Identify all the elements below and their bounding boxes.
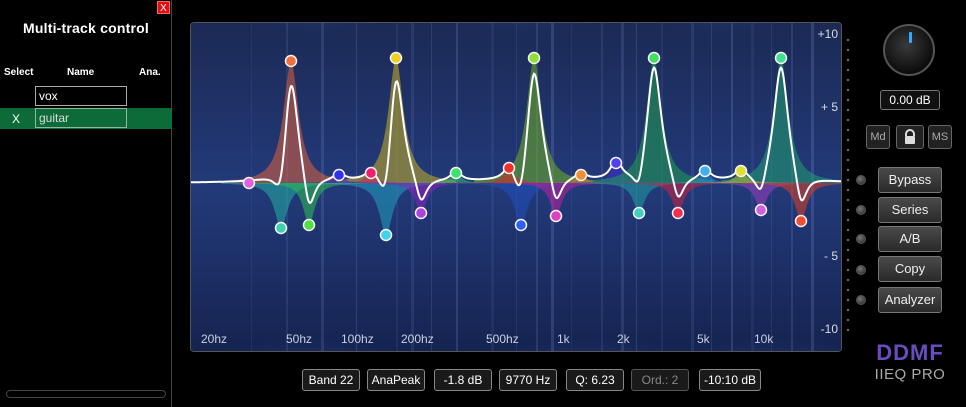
band-node[interactable]: [574, 168, 588, 182]
band-node[interactable]: [609, 156, 623, 170]
freq-label: 20hz: [201, 332, 227, 346]
track-name-field[interactable]: guitar: [35, 108, 127, 128]
band-node[interactable]: [364, 166, 378, 180]
series-led: [856, 205, 866, 215]
panel-title: Multi-track control: [23, 20, 149, 36]
multitrack-panel: X Multi-track control Select Name Ana. v…: [0, 0, 172, 407]
band-node[interactable]: [549, 209, 563, 223]
product-name: IIEQ PRO: [874, 366, 946, 383]
band-node[interactable]: [698, 164, 712, 178]
freq-label: 2k: [617, 332, 631, 346]
ab-led: [856, 234, 866, 244]
band-node[interactable]: [274, 221, 288, 235]
band-node[interactable]: [734, 164, 748, 178]
freq-label: 100hz: [341, 332, 374, 346]
band-node[interactable]: [774, 51, 788, 65]
output-gain-value[interactable]: 0.00 dB: [880, 90, 940, 110]
band-node[interactable]: [449, 166, 463, 180]
track-row[interactable]: vox: [0, 86, 172, 107]
track-select-mark[interactable]: X: [12, 112, 20, 126]
column-header-select: Select: [4, 67, 34, 78]
db-label: -10: [820, 322, 838, 336]
freq-label: 200hz: [401, 332, 434, 346]
band-node[interactable]: [514, 218, 528, 232]
band-node[interactable]: [414, 206, 428, 220]
band-selector[interactable]: Band 22: [302, 369, 360, 391]
horizontal-scrollbar[interactable]: [6, 390, 166, 398]
scale-dots: [845, 35, 851, 335]
band-node[interactable]: [242, 176, 256, 190]
eq-display[interactable]: 20hz 50hz 100hz 200hz 500hz 1k 2k 5k 10k: [190, 22, 842, 352]
column-header-name: Name: [67, 67, 95, 78]
freq-label: 500hz: [486, 332, 519, 346]
freq-label: 50hz: [286, 332, 312, 346]
track-row[interactable]: X guitar: [0, 108, 172, 129]
band-node[interactable]: [332, 168, 346, 182]
filter-order-field[interactable]: Ord.: 2: [631, 369, 689, 391]
band-node[interactable]: [284, 54, 298, 68]
freq-label: 1k: [557, 332, 571, 346]
close-button[interactable]: X: [157, 1, 170, 14]
band-node[interactable]: [502, 161, 516, 175]
analyzer-led: [856, 295, 866, 305]
freq-label: 5k: [697, 332, 711, 346]
lock-button[interactable]: [896, 125, 924, 149]
ab-button[interactable]: A/B: [878, 226, 942, 252]
copy-led: [856, 265, 866, 275]
band-node[interactable]: [647, 51, 661, 65]
ms-button[interactable]: MS: [928, 125, 952, 149]
eq-graph[interactable]: 20hz 50hz 100hz 200hz 500hz 1k 2k 5k 10k: [191, 23, 841, 351]
db-label: - 5: [823, 249, 838, 263]
db-range-selector[interactable]: -10:10 dB: [699, 369, 761, 391]
db-label: + 5: [820, 100, 838, 114]
band-node[interactable]: [754, 203, 768, 217]
db-label: +10: [817, 27, 838, 41]
band-node[interactable]: [671, 206, 685, 220]
output-gain-knob[interactable]: [883, 24, 935, 76]
analyzer-button[interactable]: Analyzer: [878, 287, 942, 313]
band-node[interactable]: [389, 51, 403, 65]
freq-label: 10k: [754, 332, 774, 346]
track-list: vox X guitar: [0, 86, 172, 130]
brand-logo: DDMF: [876, 340, 944, 365]
bypass-led: [856, 175, 866, 185]
db-scale: +10 + 5 - 5 -10: [800, 0, 850, 360]
band-frequency-field[interactable]: 9770 Hz: [499, 369, 557, 391]
band-node[interactable]: [302, 218, 316, 232]
band-node[interactable]: [379, 228, 393, 242]
lock-icon: [905, 129, 915, 144]
band-node[interactable]: [527, 51, 541, 65]
series-button[interactable]: Series: [878, 197, 942, 223]
band-gain-field[interactable]: -1.8 dB: [434, 369, 492, 391]
md-button[interactable]: Md: [866, 125, 890, 149]
band-q-field[interactable]: Q: 6.23: [566, 369, 624, 391]
copy-button[interactable]: Copy: [878, 256, 942, 282]
band-node[interactable]: [632, 206, 646, 220]
knob-indicator: [909, 32, 912, 43]
filter-type-selector[interactable]: AnaPeak: [367, 369, 425, 391]
bypass-button[interactable]: Bypass: [878, 167, 942, 193]
track-name-field[interactable]: vox: [35, 86, 127, 106]
column-header-ana: Ana.: [139, 67, 161, 78]
